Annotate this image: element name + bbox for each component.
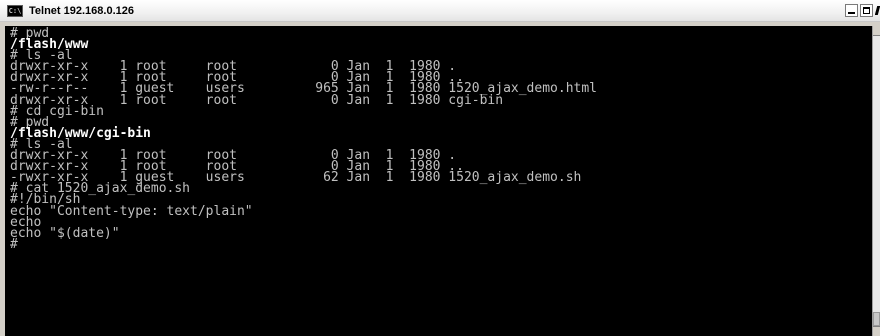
minimize-button[interactable] xyxy=(845,4,858,17)
vertical-scrollbar[interactable] xyxy=(872,26,880,336)
telnet-window: C:\ Telnet 192.168.0.126 # pwd/flash/www… xyxy=(0,0,880,336)
title-bar[interactable]: C:\ Telnet 192.168.0.126 xyxy=(0,0,880,22)
terminal-line: echo "Content-type: text/plain" xyxy=(10,203,253,219)
minimize-icon xyxy=(848,12,855,14)
window-controls xyxy=(845,4,880,18)
close-icon xyxy=(875,6,880,15)
terminal-line: # cat 1520_ajax_demo.sh xyxy=(10,181,191,197)
terminal-line: echo "$(date)" xyxy=(10,225,120,241)
terminal-line: # pwd xyxy=(10,26,50,41)
window-title: Telnet 192.168.0.126 xyxy=(29,5,134,17)
terminal-output[interactable]: # pwd/flash/www # ls -al drwxr-xr-x 1 root… xyxy=(5,26,872,336)
terminal-line: # xyxy=(10,236,18,252)
scroll-up-button[interactable] xyxy=(873,26,880,36)
terminal-line: # cd cgi-bin xyxy=(10,103,104,119)
console-icon[interactable]: C:\ xyxy=(7,5,23,17)
scroll-down-button[interactable] xyxy=(873,326,880,336)
terminal-line: /flash/www/cgi-bin xyxy=(10,125,151,141)
terminal-lines: # pwd/flash/www # ls -al drwxr-xr-x 1 root… xyxy=(10,26,597,252)
maximize-button[interactable] xyxy=(860,4,873,17)
terminal-line: /flash/www xyxy=(10,37,89,53)
scroll-thumb[interactable] xyxy=(873,312,880,326)
maximize-icon xyxy=(863,7,870,14)
close-button[interactable] xyxy=(875,4,880,17)
